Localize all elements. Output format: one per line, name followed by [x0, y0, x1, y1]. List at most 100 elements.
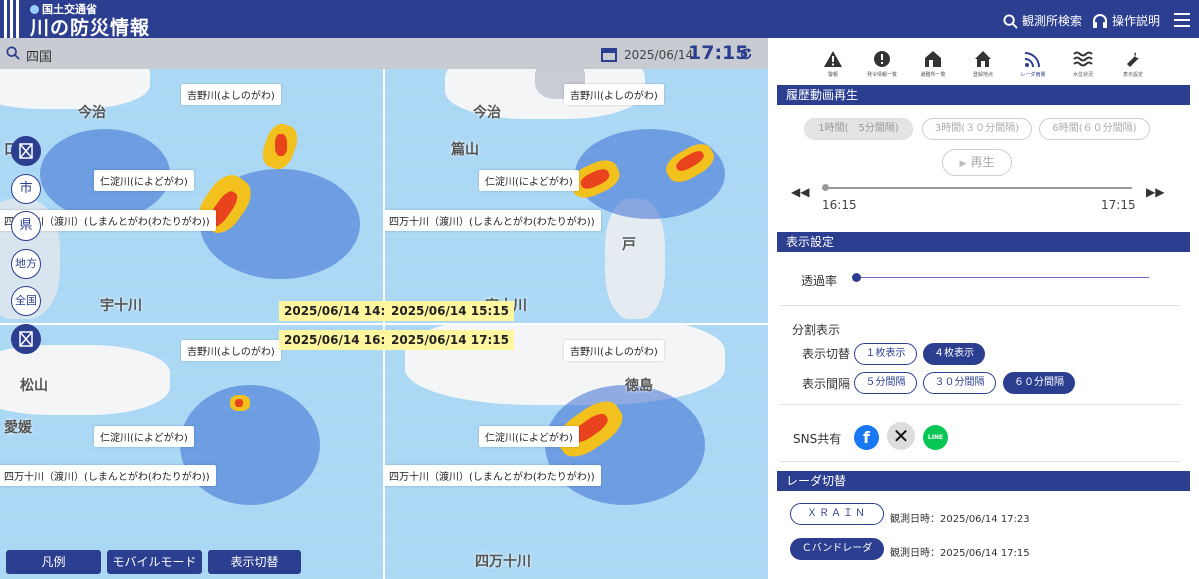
toolbar-radar[interactable]: レーダ雨量 [1013, 50, 1053, 78]
city-label: 今治 [473, 105, 501, 121]
history-1h-button[interactable]: 1時間( 5分間隔) [804, 118, 913, 140]
cband-button[interactable]: Ｃバンドレーダ [790, 538, 884, 560]
split-display-title: 分割表示 [792, 323, 841, 337]
toolbar-alerts-label: 発令情報一覧 [866, 72, 897, 78]
opacity-label: 透過率 [801, 274, 838, 288]
toolbar-settings[interactable]: 表示設定 [1113, 50, 1153, 78]
scale-prefecture-button[interactable]: 県 [11, 211, 41, 241]
region-name[interactable]: 四国 [26, 46, 52, 65]
scale-city-button[interactable]: 市 [11, 174, 41, 204]
river-label-niyodo[interactable]: 仁淀川(によどがわ) [479, 170, 579, 191]
history-3h-button[interactable]: 3時間(３０分間隔) [922, 118, 1032, 140]
water-level-icon [1073, 51, 1093, 67]
logo-stripes [4, 0, 24, 38]
divider [780, 305, 1180, 306]
scale-nation-button[interactable]: 全国 [11, 286, 41, 316]
sns-share-label: SNS共有 [793, 432, 842, 446]
view-switch-label: 表示切替 [802, 347, 851, 361]
headset-icon [1093, 14, 1107, 28]
app-title: 川の防災情報 [30, 17, 151, 39]
play-button[interactable]: ▶ 再生 [942, 149, 1012, 176]
menu-icon[interactable] [1174, 12, 1190, 31]
x-twitter-icon[interactable]: ✕ [887, 422, 915, 450]
interval-label: 表示間隔 [802, 377, 851, 391]
river-label-shimanto[interactable]: 四万十川（渡川）(しまんとがわ(わたりがわ)) [0, 465, 216, 486]
river-label-yoshino[interactable]: 吉野川(よしのがわ) [564, 84, 664, 105]
timeline-thumb[interactable] [822, 184, 829, 191]
toolbar-alerts[interactable]: 発令情報一覧 [862, 50, 902, 78]
river-label-niyodo[interactable]: 仁淀川(によどがわ) [479, 426, 579, 447]
xrain-observed-time: 観測日時：2025/06/14 17:23 [890, 514, 1030, 525]
divider [780, 461, 1180, 462]
facebook-icon[interactable]: f [854, 425, 879, 450]
help-button[interactable]: 操作説明 [1092, 12, 1160, 29]
interval-60-button[interactable]: ６０分間隔 [1003, 372, 1075, 394]
calendar-icon[interactable] [601, 46, 617, 62]
timeline-start: 16:15 [822, 198, 857, 212]
river-label-yoshino[interactable]: 吉野川(よしのがわ) [564, 340, 664, 361]
warning-icon [824, 51, 842, 67]
toolbar-warning-label: 警報 [827, 72, 838, 78]
river-label-niyodo[interactable]: 仁淀川(によどがわ) [94, 170, 194, 191]
house-list-icon [925, 51, 941, 67]
zoom-collapse-button-2[interactable] [11, 324, 41, 354]
toolbar-shelters-label: 避難所一覧 [920, 72, 946, 78]
four-panel-button[interactable]: ４枚表示 [923, 343, 985, 365]
river-label-niyodo[interactable]: 仁淀川(によどがわ) [94, 426, 194, 447]
radar-quadrant-1[interactable]: 今治 口橋 宇十川 吉野川(よしのがわ) 仁淀川(によどがわ) 四万十川（渡川）… [0, 69, 383, 323]
river-label-yoshino[interactable]: 吉野川(よしのがわ) [181, 84, 281, 105]
toolbar-shelters[interactable]: 避難所一覧 [913, 50, 953, 78]
home-icon [975, 51, 991, 67]
xrain-button[interactable]: ＸＲＡＩＮ [790, 503, 884, 525]
city-label: 宇十川 [100, 298, 142, 314]
opacity-slider[interactable] [852, 273, 1149, 282]
station-search-button[interactable]: 観測所検索 [1003, 12, 1082, 29]
city-label: 四万十川 [475, 554, 531, 570]
forward-icon[interactable]: ▶▶ [1146, 185, 1164, 199]
radar-icon [1024, 52, 1040, 68]
refresh-icon[interactable] [739, 47, 753, 61]
radar-quadrant-3[interactable]: 松山 愛媛 吉野川(よしのがわ) 仁淀川(によどがわ) 四万十川（渡川）(しまん… [0, 325, 383, 579]
map-toolbar: 四国 2025/06/14 17:15 [0, 38, 768, 69]
help-label: 操作説明 [1112, 14, 1161, 28]
scale-region-button[interactable]: 地方 [11, 249, 41, 279]
toggle-display-button[interactable]: 表示切替 [208, 550, 301, 574]
search-icon [1003, 14, 1018, 29]
river-label-shimanto[interactable]: 四万十川（渡川）(しまんとがわ(わたりがわ)) [385, 210, 601, 231]
region-search-icon[interactable] [6, 46, 20, 60]
radar-quadrant-4[interactable]: 徳島 四万十川 吉野川(よしのがわ) 仁淀川(によどがわ) 四万十川（渡川）(し… [385, 325, 768, 579]
toolbar-water-level[interactable]: 水位状況 [1063, 50, 1103, 78]
radar-quadrant-2[interactable]: 今治 篇山 戸 宇十川 吉野川(よしのがわ) 仁淀川(によどがわ) 四万十川（渡… [385, 69, 768, 323]
timeline-slider[interactable] [822, 184, 1132, 191]
quadrant-2-timestamp: 2025/06/14 15:15 [386, 301, 514, 321]
control-panel: 警報 発令情報一覧 避難所一覧 登録地点 レーダ雨量 水位状況 表示設定 履歴動… [768, 38, 1199, 579]
city-label: 松山 [20, 378, 48, 394]
close-box-icon [19, 143, 33, 159]
one-panel-button[interactable]: １枚表示 [854, 343, 917, 365]
toolbar-warning[interactable]: 警報 [813, 50, 853, 78]
mobile-mode-button[interactable]: モバイルモード [107, 550, 202, 574]
quadrant-4-timestamp: 2025/06/14 17:15 [386, 330, 514, 350]
radar-section-title: レーダ切替 [777, 471, 1190, 491]
interval-30-button[interactable]: ３０分間隔 [923, 372, 996, 394]
opacity-thumb[interactable] [852, 273, 861, 282]
city-label: 篇山 [451, 142, 479, 158]
river-label-yoshino[interactable]: 吉野川(よしのがわ) [181, 340, 281, 361]
river-label-shimanto[interactable]: 四万十川（渡川）(しまんとがわ(わたりがわ)) [385, 465, 601, 486]
wrench-icon [1127, 52, 1139, 67]
legend-button[interactable]: 凡例 [6, 550, 101, 574]
toolbar-registered[interactable]: 登録地点 [963, 50, 1003, 78]
timeline-end: 17:15 [1101, 198, 1136, 212]
rewind-icon[interactable]: ◀◀ [791, 185, 809, 199]
close-box-icon [19, 331, 33, 347]
toolbar-water-level-label: 水位状況 [1072, 72, 1093, 78]
line-icon[interactable]: LINE [923, 425, 948, 450]
history-6h-button[interactable]: 6時間(６０分間隔) [1039, 118, 1150, 140]
divider [780, 404, 1180, 405]
toolbar-radar-label: レーダ雨量 [1020, 72, 1046, 78]
toolbar-registered-label: 登録地点 [972, 72, 993, 78]
interval-5-button[interactable]: ５分間隔 [854, 372, 917, 394]
play-label: 再生 [970, 155, 995, 169]
zoom-collapse-button[interactable] [11, 136, 41, 166]
radar-map[interactable]: 四国 2025/06/14 17:15 今治 口橋 宇十川 吉野川(よしのがわ)… [0, 38, 768, 579]
